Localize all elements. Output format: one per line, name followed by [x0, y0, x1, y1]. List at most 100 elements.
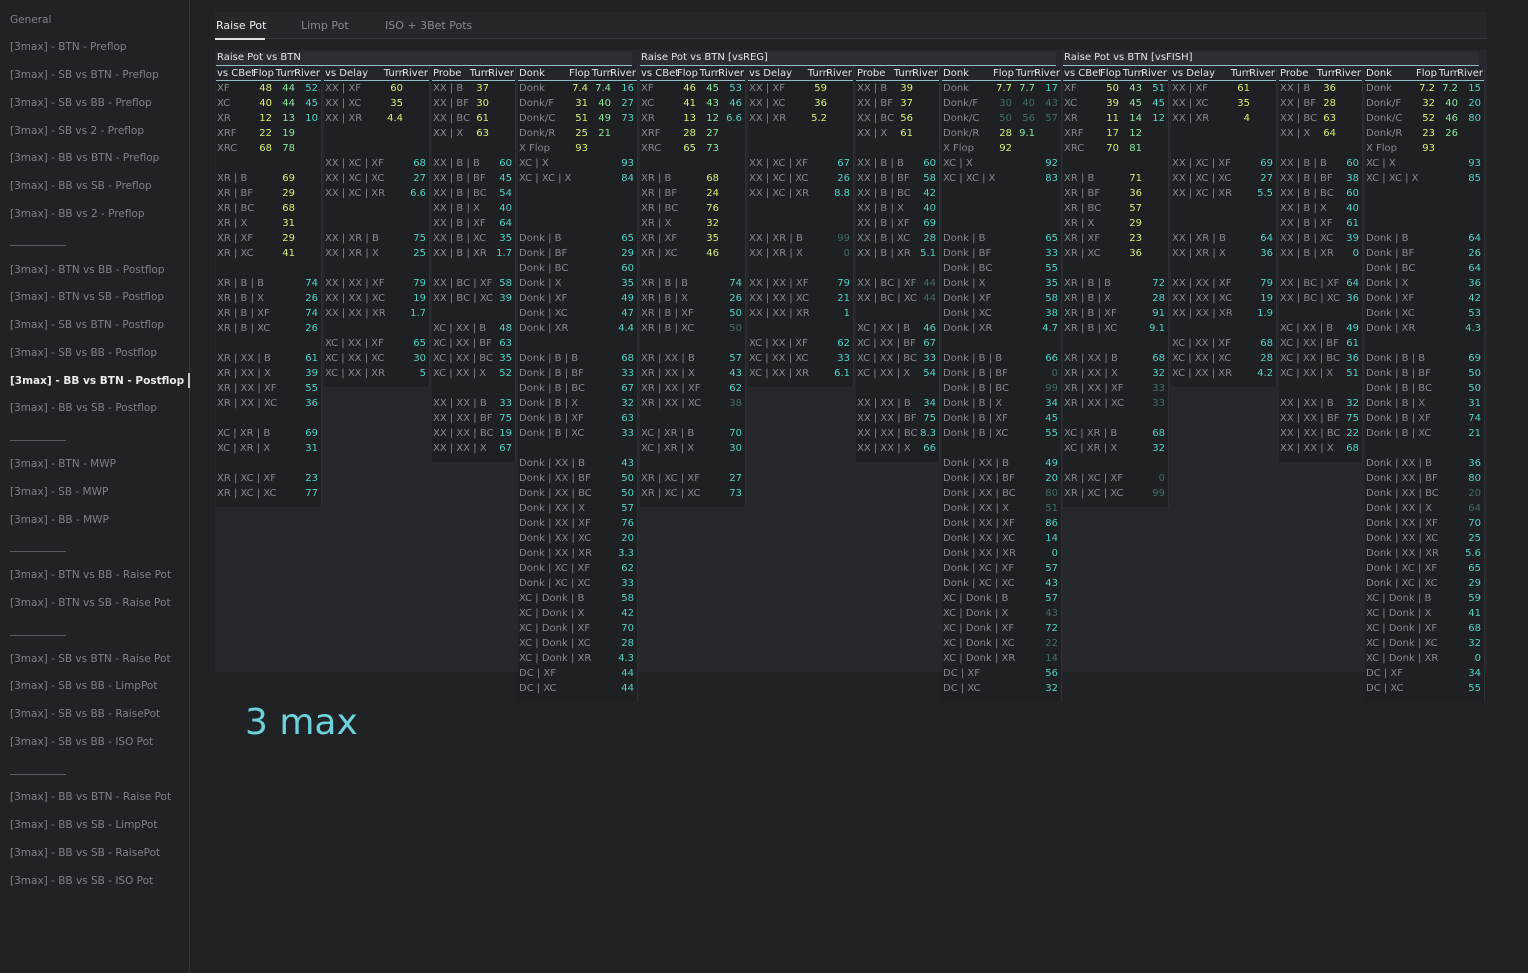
- row-label: XC | XX | B: [1280, 323, 1334, 334]
- column-header-label[interactable]: River: [488, 68, 514, 79]
- column-header-label[interactable]: River: [1249, 68, 1275, 79]
- sidebar-item-25[interactable]: [3max] - BB vs SB - RaisePot: [10, 847, 160, 859]
- stat-value: 57: [1129, 203, 1142, 214]
- column-header-label[interactable]: Flop: [993, 68, 1014, 79]
- sidebar-item-2[interactable]: [3max] - SB vs BTN - Preflop: [10, 69, 159, 81]
- table-row: XX | B | XR 5.1: [856, 247, 939, 262]
- column-header-label[interactable]: Probe: [1280, 68, 1308, 79]
- column-header-label[interactable]: River: [1141, 68, 1167, 79]
- column-header-label[interactable]: Flop: [569, 68, 590, 79]
- stat-value: 69: [1468, 353, 1481, 364]
- column-header-label[interactable]: River: [610, 68, 636, 79]
- sidebar-item-4[interactable]: [3max] - SB vs 2 - Preflop: [10, 125, 144, 137]
- column-header-label[interactable]: River: [1457, 68, 1483, 79]
- row-label: Donk | BC: [1366, 263, 1416, 274]
- column-header-label[interactable]: Flop: [1100, 68, 1121, 79]
- sidebar-item-13[interactable]: [3max] - BB vs SB - Postflop: [10, 402, 157, 414]
- stat-value: 32: [1045, 683, 1058, 694]
- sidebar-item-8[interactable]: [3max] - BTN vs BB - Postflop: [10, 264, 165, 276]
- column-header-label[interactable]: River: [1034, 68, 1060, 79]
- tab-iso-3bet-pots[interactable]: ISO + 3Bet Pots: [385, 19, 472, 32]
- row-label: XX | B | B: [433, 158, 480, 169]
- row-label: XC | XX | X: [1280, 368, 1334, 379]
- table-row: XC | Donk | XC 28: [518, 637, 637, 652]
- sidebar-item-1[interactable]: [3max] - BTN - Preflop: [10, 41, 127, 53]
- sidebar-item-11[interactable]: [3max] - SB vs BB - Postflop: [10, 347, 157, 359]
- stat-value: 36: [1323, 83, 1336, 94]
- row-label: XC: [641, 98, 655, 109]
- sidebar-item-6[interactable]: [3max] - BB vs SB - Preflop: [10, 180, 152, 192]
- row-label: XR | XC: [1064, 248, 1101, 259]
- sidebar-item-24[interactable]: [3max] - BB vs SB - LimpPot: [10, 819, 157, 831]
- sidebar-item-23[interactable]: [3max] - BB vs BTN - Raise Pot: [10, 791, 171, 803]
- row-label: XX | B | BC: [433, 188, 487, 199]
- column-header-label[interactable]: River: [912, 68, 938, 79]
- sidebar-item-19[interactable]: [3max] - SB vs BTN - Raise Pot: [10, 653, 171, 665]
- column-header-label[interactable]: Donk: [943, 68, 969, 79]
- column-header-label[interactable]: vs CBet: [641, 68, 679, 79]
- column-header-label[interactable]: River: [1335, 68, 1361, 79]
- sidebar-item-12[interactable]: [3max] - BB vs BTN - Postflop: [10, 375, 184, 387]
- column-header-label[interactable]: Flop: [253, 68, 274, 79]
- row-label: XX | B | X: [857, 203, 904, 214]
- column-header-label[interactable]: vs CBet: [1064, 68, 1102, 79]
- stat-value: 36: [1346, 293, 1359, 304]
- table-row: Donk 7.7 7.7 17: [942, 82, 1061, 97]
- tab-limp-pot[interactable]: Limp Pot: [301, 19, 349, 32]
- sidebar-item-0[interactable]: General: [10, 14, 51, 26]
- stat-value: 4.4: [387, 113, 403, 124]
- stat-value: 26: [1468, 248, 1481, 259]
- column-header-label[interactable]: River: [294, 68, 320, 79]
- sidebar-item-26[interactable]: [3max] - BB vs SB - ISO Pot: [10, 875, 153, 887]
- column-header-label[interactable]: River: [826, 68, 852, 79]
- column-header-label[interactable]: Flop: [1416, 68, 1437, 79]
- column-header-label[interactable]: vs Delay: [749, 68, 792, 79]
- column-header-label[interactable]: Flop: [677, 68, 698, 79]
- sidebar-item-22[interactable]: [3max] - SB vs BB - ISO Pot: [10, 736, 153, 748]
- table-row: XX | XX | BF 75: [1279, 412, 1362, 427]
- table-row: Donk | B | XC 33: [518, 427, 637, 442]
- table-row: XR | XC | XF 23: [216, 472, 321, 487]
- sidebar-item-10[interactable]: [3max] - SB vs BTN - Postflop: [10, 319, 164, 331]
- row-label: XX | XR | X: [749, 248, 803, 259]
- row-label: XR | XX | X: [1064, 368, 1118, 379]
- table-row: XX | B | XF 61: [1279, 217, 1362, 232]
- column-header-label[interactable]: vs Delay: [1172, 68, 1215, 79]
- table-row: Donk | XX | B 36: [1365, 457, 1484, 472]
- table-row: XX | XC 35: [1171, 97, 1276, 112]
- table-row: Donk/C 52 46 80: [1365, 112, 1484, 127]
- column-header-label[interactable]: Probe: [433, 68, 461, 79]
- table-row: Donk | XC 47: [518, 307, 637, 322]
- table-row: Donk | XX | B 43: [518, 457, 637, 472]
- column-header-label[interactable]: vs CBet: [217, 68, 255, 79]
- column-header-label[interactable]: River: [402, 68, 428, 79]
- column-header-label[interactable]: vs Delay: [325, 68, 368, 79]
- column-header-label[interactable]: Donk: [1366, 68, 1392, 79]
- sidebar-item-14[interactable]: [3max] - BTN - MWP: [10, 458, 116, 470]
- tab-raise-pot[interactable]: Raise Pot: [216, 19, 266, 32]
- row-label: XX | B: [433, 83, 464, 94]
- table-row: XC | XR | X 32: [1063, 442, 1168, 457]
- column-header-label[interactable]: Probe: [857, 68, 885, 79]
- column-header-label[interactable]: Donk: [519, 68, 545, 79]
- sidebar-item-20[interactable]: [3max] - SB vs BB - LimpPot: [10, 680, 157, 692]
- table-row: Donk | BF 26: [1365, 247, 1484, 262]
- sidebar-item-5[interactable]: [3max] - BB vs BTN - Preflop: [10, 152, 159, 164]
- stat-value: 33: [621, 428, 634, 439]
- sidebar-item-16[interactable]: [3max] - BB - MWP: [10, 514, 109, 526]
- column-header: Probe Turn River: [1279, 66, 1362, 81]
- stat-value: 31: [282, 218, 295, 229]
- column-header-label[interactable]: River: [718, 68, 744, 79]
- stat-value: 9.1: [1149, 323, 1165, 334]
- table-row: XC | XX | BC 33: [856, 352, 939, 367]
- table-row: Donk | XC 38: [942, 307, 1061, 322]
- sidebar-item-15[interactable]: [3max] - SB - MWP: [10, 486, 108, 498]
- sidebar-item-7[interactable]: [3max] - BB vs 2 - Preflop: [10, 208, 145, 220]
- sidebar-item-21[interactable]: [3max] - SB vs BB - RaisePot: [10, 708, 160, 720]
- sidebar-item-3[interactable]: [3max] - SB vs BB - Preflop: [10, 97, 152, 109]
- sidebar-item-9[interactable]: [3max] - BTN vs SB - Postflop: [10, 291, 164, 303]
- table-row: XR | BC 68: [216, 202, 321, 217]
- sidebar-item-18[interactable]: [3max] - BTN vs SB - Raise Pot: [10, 597, 171, 609]
- sidebar-item-17[interactable]: [3max] - BTN vs BB - Raise Pot: [10, 569, 171, 581]
- table-row: Donk | XF 42: [1365, 292, 1484, 307]
